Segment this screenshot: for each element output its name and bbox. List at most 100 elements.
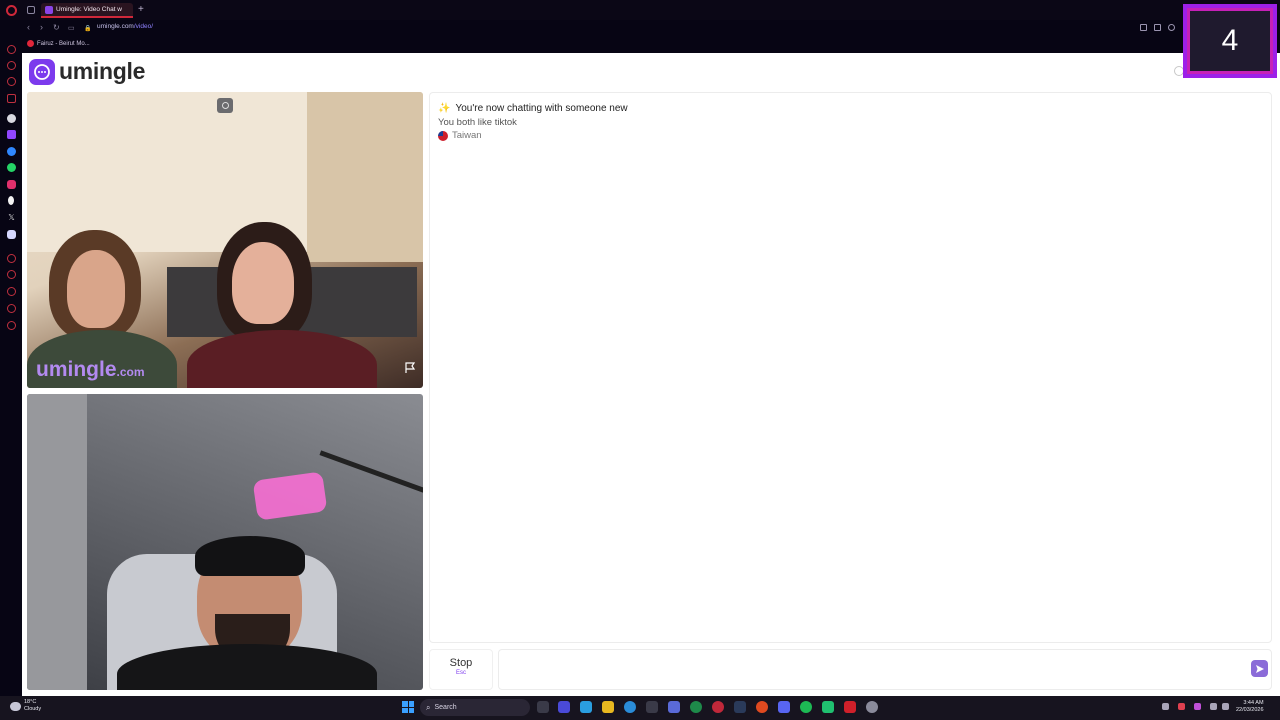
stop-shortcut: Esc <box>455 670 466 676</box>
sidebar-chatgpt-icon[interactable] <box>7 114 16 123</box>
sidebar-discord-icon[interactable] <box>7 230 16 239</box>
chat-panel: ✨ You're now chatting with someone new Y… <box>429 92 1272 643</box>
status-text: You're now chatting with someone new <box>455 103 628 114</box>
back-icon[interactable]: ‹ <box>27 22 30 32</box>
opera-logo-icon[interactable] <box>6 5 17 16</box>
wall-left <box>27 394 87 690</box>
self-video <box>27 394 423 690</box>
sidebar-tiktok-icon[interactable] <box>8 196 14 205</box>
steam-icon[interactable] <box>734 701 746 713</box>
shield-icon[interactable] <box>1168 24 1175 31</box>
edge-icon[interactable] <box>624 701 636 713</box>
app-icon-7[interactable] <box>844 701 856 713</box>
new-tab-icon[interactable]: + <box>138 5 144 15</box>
tray-app-icon[interactable] <box>1178 703 1185 710</box>
umingle-logo[interactable]: umingle <box>29 58 145 85</box>
umingle-page: umingle umingle.com ✨ You're now chattin… <box>22 53 1280 696</box>
sidebar-whatsapp-icon[interactable] <box>7 163 16 172</box>
url-host: umingle.com <box>97 23 134 30</box>
common-interest-text: You both like tiktok <box>438 117 517 128</box>
stop-button[interactable]: Stop Esc <box>429 649 493 690</box>
browser-tab-active[interactable]: Umingle: Video Chat w <box>41 3 133 18</box>
sidebar-x-icon[interactable]: 𝕏 <box>7 213 16 222</box>
tab-title: Umingle: Video Chat w <box>56 6 122 13</box>
sparkle-icon: ✨ <box>438 103 451 114</box>
umingle-favicon-icon <box>45 5 53 14</box>
country-text: Taiwan <box>452 130 482 141</box>
snapshot-icon[interactable]: ▭ <box>68 24 75 32</box>
bookmark-label: Fairuz - Beirut Mo... <box>37 40 90 47</box>
bookmarks-bar: Fairuz - Beirut Mo... <box>0 36 1280 52</box>
taskbar-clock[interactable]: 3:44 AM 22/03/2026 <box>1236 700 1264 714</box>
taiwan-flag-icon <box>438 130 448 141</box>
sidebar-downloads-icon[interactable] <box>7 287 16 296</box>
weather-widget[interactable]: 18°C Cloudy <box>10 699 41 713</box>
tray-chevron-icon[interactable] <box>1162 703 1169 710</box>
bookmark-star-icon[interactable] <box>1140 24 1147 31</box>
app-icon-5[interactable] <box>756 701 768 713</box>
sidebar-instagram-icon[interactable] <box>7 180 16 189</box>
sidebar-facebook-messenger-icon[interactable] <box>7 147 16 156</box>
sidebar-pinboard-icon[interactable] <box>7 94 16 103</box>
sidebar-music-icon[interactable] <box>7 77 16 86</box>
store-icon[interactable] <box>646 701 658 713</box>
stranger-left-face <box>67 250 125 328</box>
tray-mic-icon[interactable] <box>1194 703 1201 710</box>
tray-volume-icon[interactable] <box>1222 703 1229 710</box>
sidebar-settings-icon[interactable] <box>7 321 16 330</box>
settings-icon[interactable] <box>866 701 878 713</box>
sidebar-aria-icon[interactable] <box>7 45 16 54</box>
logo-wordmark: umingle <box>59 58 146 84</box>
counter-value: 4 <box>1221 24 1239 57</box>
extensions-icon[interactable] <box>1154 24 1161 31</box>
bookmark-item[interactable]: Fairuz - Beirut Mo... <box>27 40 90 47</box>
search-icon: ⌕ <box>426 702 431 712</box>
app-icon-2[interactable] <box>580 701 592 713</box>
search-label: Search <box>434 704 457 711</box>
cloud-icon <box>10 701 21 711</box>
opera-gx-icon[interactable] <box>712 701 724 713</box>
chat-status-message: ✨ You're now chatting with someone new <box>438 103 628 114</box>
app-icon-1[interactable] <box>558 701 570 713</box>
url-path: /video/ <box>133 23 154 30</box>
task-view-icon[interactable] <box>537 701 549 713</box>
watermark-text: umingle <box>36 358 117 381</box>
forward-icon[interactable]: › <box>40 22 43 32</box>
country-line: Taiwan <box>438 130 482 141</box>
app-icon-6[interactable] <box>822 701 834 713</box>
app-icon-3[interactable] <box>668 701 680 713</box>
sidebar-player-icon[interactable] <box>7 270 16 279</box>
stop-label: Stop <box>449 657 473 669</box>
file-explorer-icon[interactable] <box>602 701 614 713</box>
taskbar-search[interactable]: ⌕ Search <box>420 699 530 716</box>
app-icon-4[interactable] <box>690 701 702 713</box>
windows-start-icon[interactable] <box>402 701 414 713</box>
umingle-watermark: umingle.com <box>36 358 145 382</box>
browser-tab-bar: Umingle: Video Chat w + <box>0 0 1280 20</box>
stranger-video: umingle.com <box>27 92 423 388</box>
send-icon[interactable] <box>1251 660 1268 677</box>
camera-icon[interactable] <box>217 98 233 113</box>
discord-icon[interactable] <box>778 701 790 713</box>
microphone-glow <box>252 471 328 521</box>
sidebar-messenger-icon[interactable] <box>7 61 16 70</box>
watermark-suffix: .com <box>116 365 145 379</box>
workspaces-icon[interactable] <box>27 6 35 14</box>
weather-desc: Cloudy <box>24 706 42 712</box>
chat-message-input[interactable] <box>498 649 1272 690</box>
reload-icon[interactable]: ↻ <box>53 23 60 32</box>
spotify-icon[interactable] <box>800 701 812 713</box>
flag-report-icon[interactable] <box>404 361 416 379</box>
youtube-icon <box>27 40 34 47</box>
clock-date: 22/03/2026 <box>1236 707 1264 713</box>
stranger-right-body <box>187 330 377 388</box>
sidebar-history-icon[interactable] <box>7 254 16 263</box>
address-bar: ‹ › ↻ ▭ 🔒 umingle.com/video/ <box>0 20 1280 36</box>
sidebar-twitch-icon[interactable] <box>7 130 16 139</box>
tray-network-icon[interactable] <box>1210 703 1217 710</box>
sidebar-bookmarks-icon[interactable] <box>7 304 16 313</box>
stranger-right-face <box>232 242 294 324</box>
url-field[interactable]: umingle.com/video/ <box>97 23 153 30</box>
chat-bubble-logo-icon <box>29 58 55 85</box>
durag <box>195 536 305 576</box>
